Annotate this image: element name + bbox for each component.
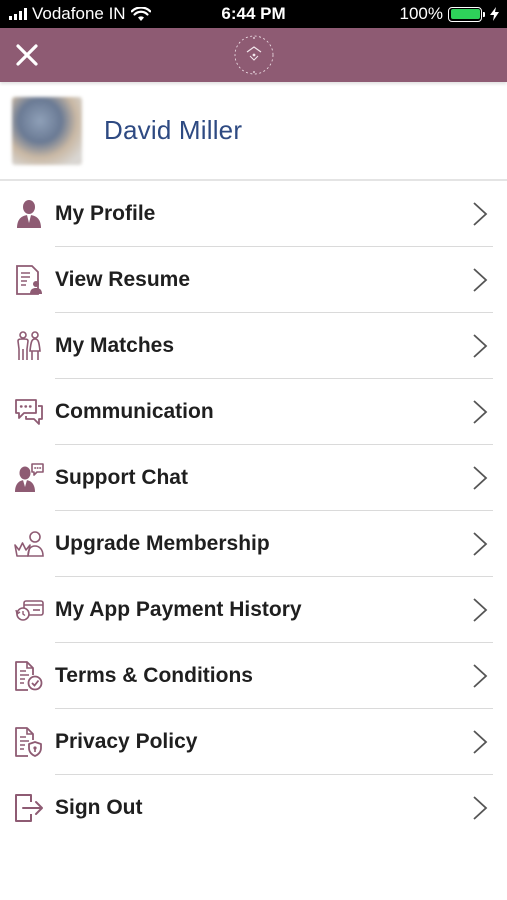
chevron-right-icon <box>473 730 488 754</box>
chevron-right-icon <box>473 664 488 688</box>
menu-item-communication[interactable]: Communication <box>0 379 507 445</box>
menu-item-payment-history[interactable]: My App Payment History <box>0 577 507 643</box>
chevron-right-icon <box>473 202 488 226</box>
user-profile-icon <box>13 198 45 230</box>
battery-percent: 100% <box>399 4 443 23</box>
payment-history-icon <box>13 594 45 626</box>
menu-item-upgrade-membership[interactable]: Upgrade Membership <box>0 511 507 577</box>
menu-item-sign-out[interactable]: Sign Out <box>0 775 507 841</box>
crown-user-icon <box>13 528 45 560</box>
menu-label-view-resume: View Resume <box>55 268 191 291</box>
side-menu: My Profile View Resume My Matches Commun… <box>0 181 507 841</box>
menu-label-my-matches: My Matches <box>55 334 175 357</box>
chevron-right-icon <box>473 598 488 622</box>
chevron-right-icon <box>473 268 488 292</box>
chevron-right-icon <box>473 796 488 820</box>
menu-label-terms-conditions: Terms & Conditions <box>55 664 253 687</box>
menu-label-payment-history: My App Payment History <box>55 598 302 621</box>
menu-label-sign-out: Sign Out <box>55 796 143 819</box>
couple-icon <box>13 330 45 362</box>
profile-header[interactable]: David Miller <box>0 82 507 181</box>
chevron-right-icon <box>473 334 488 358</box>
app-header <box>0 28 507 82</box>
avatar[interactable] <box>12 96 82 165</box>
status-bar: Vodafone IN 6:44 PM 100% <box>0 0 507 28</box>
document-shield-icon <box>13 726 45 758</box>
wifi-icon <box>130 6 151 21</box>
chat-bubbles-icon <box>13 396 45 428</box>
support-agent-icon <box>13 462 45 494</box>
menu-item-privacy-policy[interactable]: Privacy Policy <box>0 709 507 775</box>
chevron-right-icon <box>473 400 488 424</box>
user-name: David Miller <box>104 115 243 145</box>
menu-label-support-chat: Support Chat <box>55 466 188 489</box>
close-icon <box>16 44 38 66</box>
carrier-name: Vodafone IN <box>32 4 126 23</box>
clock: 6:44 PM <box>221 4 286 23</box>
menu-item-my-profile[interactable]: My Profile <box>0 181 507 247</box>
menu-item-support-chat[interactable]: Support Chat <box>0 445 507 511</box>
menu-item-view-resume[interactable]: View Resume <box>0 247 507 313</box>
chevron-right-icon <box>473 466 488 490</box>
close-button[interactable] <box>0 28 54 82</box>
sign-out-icon <box>13 792 45 824</box>
menu-item-terms-conditions[interactable]: Terms & Conditions <box>0 643 507 709</box>
charging-bolt-icon <box>490 7 499 21</box>
battery-full-icon <box>448 6 485 22</box>
menu-label-my-profile: My Profile <box>55 202 156 225</box>
resume-document-icon <box>13 264 45 296</box>
menu-item-my-matches[interactable]: My Matches <box>0 313 507 379</box>
menu-label-privacy-policy: Privacy Policy <box>55 730 198 753</box>
menu-label-upgrade-membership: Upgrade Membership <box>55 532 270 555</box>
menu-label-communication: Communication <box>55 400 214 423</box>
chevron-right-icon <box>473 532 488 556</box>
signal-bars-icon <box>9 8 27 20</box>
brand-logo-icon <box>234 35 273 75</box>
document-check-icon <box>13 660 45 692</box>
